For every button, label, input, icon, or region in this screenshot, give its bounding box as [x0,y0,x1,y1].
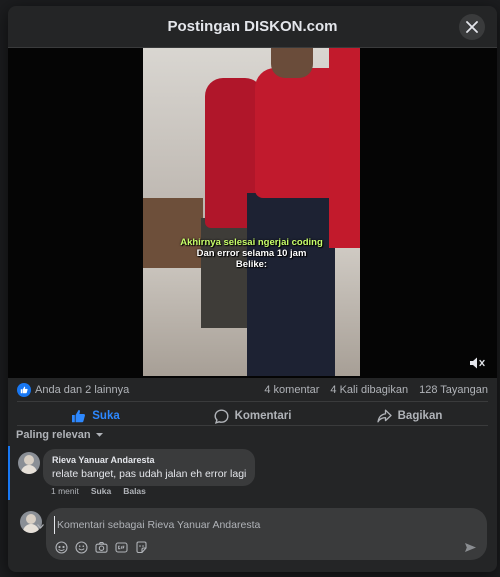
comment-icon [214,408,229,424]
modal-header: Postingan DISKON.com [8,6,497,48]
comment-button-label: Komentari [234,410,292,422]
post-modal: Postingan DISKON.com Akhirnya selesai ng… [8,6,497,572]
avatar[interactable] [18,452,40,474]
like-reaction-icon [17,383,31,397]
divider-bottom [17,425,488,426]
video-person-center-legs [247,193,335,376]
comment-like-link[interactable]: Suka [91,486,111,496]
chevron-down-icon [95,433,103,437]
camera-icon[interactable] [95,541,108,554]
mute-icon[interactable] [469,356,487,370]
post-stats: Anda dan 2 lainnya 4 komentar 4 Kali dib… [8,380,497,400]
composer-avatar[interactable] [20,511,42,533]
emoji-icon[interactable] [75,541,88,554]
shares-count[interactable]: 4 Kali dibagikan [330,384,408,396]
account-switch-chevron-icon[interactable] [37,524,44,529]
modal-title: Postingan DISKON.com [167,18,338,35]
comment-author[interactable]: Rieva Yanuar Andaresta [52,455,246,465]
composer-tools [55,541,148,554]
reactions-text: Anda dan 2 lainnya [35,384,130,396]
send-icon[interactable] [464,541,477,554]
share-icon [376,409,392,423]
reactions-summary[interactable]: Anda dan 2 lainnya [17,383,129,397]
comment-highlight-rail [8,446,10,500]
comment-sort-dropdown[interactable]: Paling relevan [16,429,104,441]
like-button-label: Suka [92,410,120,422]
video-person-head [271,48,313,78]
comment-bubble: Rieva Yanuar Andaresta relate banget, pa… [43,449,256,486]
share-button-label: Bagikan [397,410,443,422]
video-player[interactable]: Akhirnya selesai ngerjai coding Dan erro… [8,48,497,378]
sticker-icon[interactable] [135,541,148,554]
video-frame: Akhirnya selesai ngerjai coding Dan erro… [143,48,360,376]
comments-count[interactable]: 4 komentar [264,384,319,396]
comment-composer [46,508,487,560]
views-count: 128 Tayangan [419,384,488,396]
video-caption: Akhirnya selesai ngerjai coding Dan erro… [143,237,360,270]
video-caption-line-1: Akhirnya selesai ngerjai coding [180,237,323,248]
comment-reply-link[interactable]: Balas [123,486,146,496]
gif-icon[interactable] [115,541,128,554]
engagement-counts: 4 komentar 4 Kali dibagikan 128 Tayangan [264,384,488,396]
close-icon [466,21,478,33]
avatar-sticker-icon[interactable] [55,541,68,554]
comment-timestamp[interactable]: 1 menit [51,486,79,496]
video-caption-line-3: Belike: [235,259,268,270]
close-button[interactable] [459,14,485,40]
comment-sort-label: Paling relevan [16,429,91,441]
video-person-right [329,48,360,248]
video-caption-line-2: Dan error selama 10 jam [196,248,307,259]
comment-meta: 1 menit Suka Balas [51,486,146,496]
like-icon [72,410,86,423]
comment-input[interactable] [54,516,474,534]
comment-text: relate banget, pas udah jalan eh error l… [52,468,247,480]
